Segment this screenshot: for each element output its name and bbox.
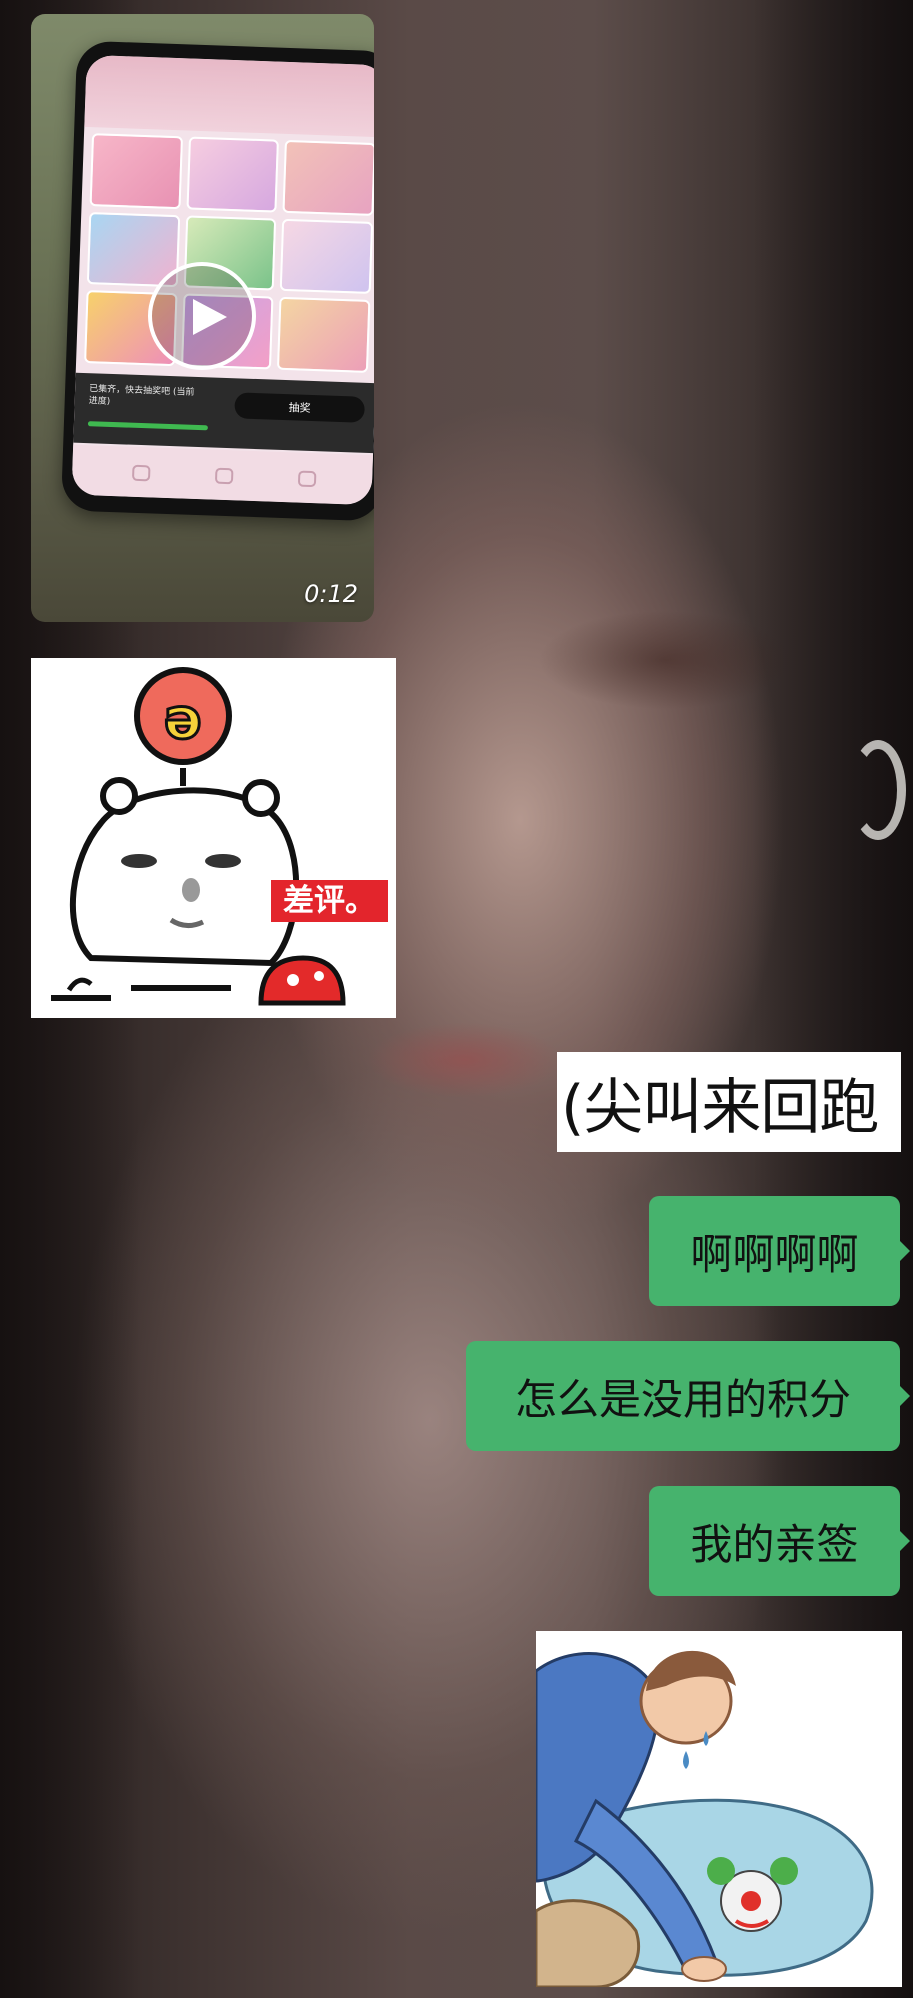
wallpaper-earring	[850, 740, 906, 840]
thumbnail-draw-button: 抽奖	[234, 392, 366, 423]
thumbnail-bottom-bar: 已集齐，快去抽奖吧 (当前进度) 抽奖	[73, 372, 374, 454]
video-message[interactable]: 已集齐，快去抽奖吧 (当前进度) 抽奖 0:12	[31, 14, 374, 622]
message-bubble-2[interactable]: 怎么是没用的积分	[466, 1341, 910, 1451]
thumbnail-card	[89, 133, 183, 209]
sticker-scream-text[interactable]: (尖叫来回跑	[557, 1052, 901, 1152]
thumbnail-card	[277, 297, 371, 373]
thumbnail-card	[186, 136, 280, 213]
bad-review-badge: 差评。	[271, 880, 388, 922]
sticker-crying-man[interactable]	[536, 1631, 902, 1987]
thumbnail-status-label: 已集齐，快去抽奖吧	[88, 384, 171, 398]
sticker-text-label: (尖叫来回跑	[561, 1072, 879, 1143]
thumbnail-tab-icon	[297, 470, 317, 488]
svg-text:ə: ə	[164, 687, 202, 752]
message-bubble-1[interactable]: 啊啊啊啊	[649, 1196, 910, 1306]
thumbnail-status-text: 已集齐，快去抽奖吧 (当前进度)	[89, 383, 200, 411]
thumbnail-card	[282, 139, 374, 216]
crying-man-sticker-icon	[536, 1650, 874, 1987]
thumbnail-card	[280, 218, 374, 295]
thumbnail-tab-icon	[214, 467, 234, 485]
thumbnail-header	[84, 54, 374, 138]
play-triangle-icon	[193, 299, 227, 335]
sticker-bear-bad-review[interactable]: ə 差评。	[31, 658, 396, 1018]
thumbnail-tab-bar	[71, 444, 374, 506]
play-icon[interactable]	[148, 262, 256, 370]
message-bubble-3[interactable]: 我的亲签	[649, 1486, 910, 1596]
video-duration: 0:12	[304, 580, 358, 608]
thumbnail-tab-icon	[131, 464, 151, 482]
thumbnail-progress-bar	[87, 421, 208, 431]
bear-sticker-icon: ə	[51, 667, 346, 1006]
